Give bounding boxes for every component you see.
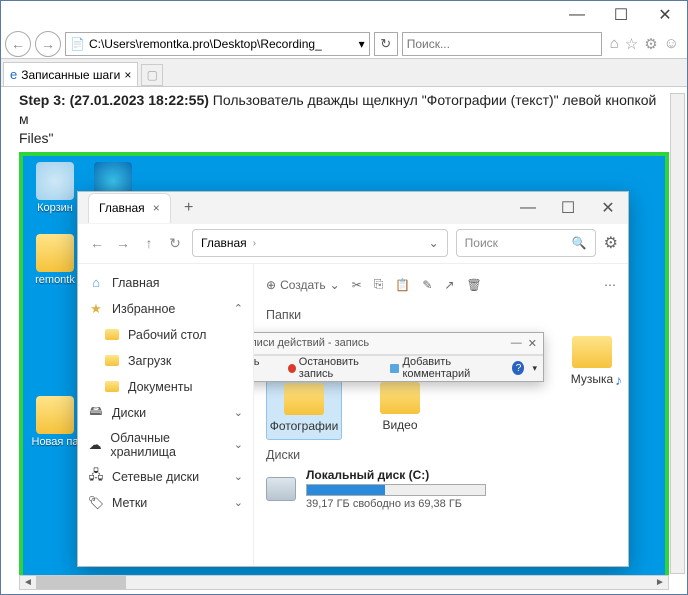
file-icon: 📄 <box>70 37 85 51</box>
breadcrumb[interactable]: Главная › ⌄ <box>192 229 448 257</box>
psr-title-text: Средство записи действий - запись <box>254 337 369 349</box>
browser-tab[interactable]: e Записанные шаги × <box>3 62 138 86</box>
paste-icon[interactable]: 📋 <box>395 278 410 292</box>
recycle-bin-icon[interactable]: Корзин <box>27 162 83 214</box>
folder-video[interactable]: Видео <box>362 376 438 440</box>
folder-photos[interactable]: Фотографии <box>266 376 342 440</box>
new-explorer-tab[interactable]: + <box>177 196 201 220</box>
chevron-down-icon[interactable]: ⌄ <box>429 236 439 250</box>
window-close[interactable]: ✕ <box>643 1 687 29</box>
create-button[interactable]: ⊕ Создать ⌄ <box>266 278 340 292</box>
share-icon[interactable]: ↗ <box>444 278 454 292</box>
tab-bar: e Записанные шаги × ▢ <box>1 59 687 87</box>
forward-button[interactable]: → <box>35 31 61 57</box>
window-maximize[interactable]: ☐ <box>599 1 643 29</box>
nav-refresh-icon[interactable]: ↻ <box>166 235 184 252</box>
search-input[interactable] <box>407 37 597 51</box>
close-icon[interactable]: × <box>153 201 160 215</box>
settings-icon[interactable]: ⚙ <box>604 233 618 253</box>
back-button[interactable]: ← <box>5 31 31 57</box>
search-box[interactable] <box>402 32 602 56</box>
home-icon[interactable]: ⌂ <box>610 35 619 53</box>
psr-close[interactable]: ✕ <box>528 337 537 350</box>
vertical-scrollbar[interactable] <box>670 93 685 574</box>
address-input[interactable] <box>89 37 355 51</box>
tools-icon[interactable]: ⚙ <box>644 35 657 53</box>
dropdown-icon[interactable]: ▾ <box>359 37 365 51</box>
sidebar-drives[interactable]: 🖴Диски⌄ <box>78 400 253 426</box>
step-description: Step 3: (27.01.2023 18:22:55) Пользовате… <box>19 91 669 148</box>
nav-up-icon[interactable]: ↑ <box>140 235 158 251</box>
window-minimize[interactable]: — <box>555 1 599 29</box>
horizontal-scrollbar[interactable]: ◄► <box>19 575 669 590</box>
explorer-sidebar: ⌂Главная ★Избранное⌃ Рабочий стол Загруз… <box>78 264 254 566</box>
explorer-search[interactable]: Поиск 🔍 <box>456 229 596 257</box>
explorer-main: ⊕ Создать ⌄ ✂ ⎘ 📋 ✎ ↗ 🗑 ⋯ Папки <box>254 264 628 566</box>
folder-remontka[interactable]: remontk <box>27 234 83 286</box>
new-tab-button[interactable]: ▢ <box>141 64 163 86</box>
explorer-maximize[interactable]: ☐ <box>548 193 588 223</box>
folder-music[interactable]: Музыка <box>564 336 620 386</box>
sidebar-favorites[interactable]: ★Избранное⌃ <box>78 296 253 322</box>
refresh-button[interactable]: ↻ <box>374 32 398 56</box>
psr-minimize[interactable]: — <box>511 337 522 350</box>
feedback-icon[interactable]: ☺ <box>664 35 679 53</box>
sidebar-downloads[interactable]: Загрузк <box>78 348 253 374</box>
ie-icon: e <box>10 67 17 82</box>
nav-back-icon[interactable]: ← <box>88 235 106 251</box>
favorites-icon[interactable]: ☆ <box>625 35 638 53</box>
psr-comment-button[interactable]: Добавить комментарий <box>390 356 504 380</box>
section-drives: Диски <box>266 448 616 462</box>
more-icon[interactable]: ⋯ <box>604 278 616 292</box>
copy-icon[interactable]: ⎘ <box>374 277 384 292</box>
window-titlebar: — ☐ ✕ <box>1 1 687 29</box>
sidebar-tags[interactable]: 🏷Метки⌄ <box>78 490 253 516</box>
psr-stop-button[interactable]: Остановить запись <box>288 356 382 380</box>
section-folders: Папки <box>266 308 616 322</box>
psr-pause-button[interactable]: Приостановить запись <box>254 356 280 380</box>
sidebar-network[interactable]: 🖧Сетевые диски⌄ <box>78 464 253 490</box>
drive-icon <box>266 477 296 501</box>
address-bar[interactable]: 📄 ▾ <box>65 32 370 56</box>
delete-icon[interactable]: 🗑 <box>466 278 481 292</box>
close-tab-icon[interactable]: × <box>124 68 131 82</box>
psr-window: 🪟 Средство записи действий - запись —✕ П… <box>254 332 544 382</box>
explorer-minimize[interactable]: — <box>508 193 548 223</box>
chevron-right-icon: › <box>253 238 256 249</box>
tab-title: Записанные шаги <box>21 68 120 82</box>
psr-help-icon[interactable]: ? <box>512 361 524 375</box>
sidebar-documents[interactable]: Документы <box>78 374 253 400</box>
nav-forward-icon[interactable]: → <box>114 235 132 251</box>
folder-novaya[interactable]: Новая па <box>27 396 83 448</box>
sidebar-cloud[interactable]: ☁Облачные хранилища⌄ <box>78 426 253 464</box>
ie-toolbar: ← → 📄 ▾ ↻ ⌂ ☆ ⚙ ☺ <box>1 29 687 59</box>
cut-icon[interactable]: ✂ <box>352 278 362 292</box>
disk-c[interactable]: Локальный диск (C:) 39,17 ГБ свободно из… <box>266 468 616 510</box>
explorer-tab[interactable]: Главная × <box>88 193 171 223</box>
sidebar-home[interactable]: ⌂Главная <box>78 270 253 296</box>
search-icon: 🔍 <box>572 236 587 250</box>
screenshot-desktop: Корзин remontk Новая па Главная × + <box>19 152 669 585</box>
sidebar-desktop[interactable]: Рабочий стол <box>78 322 253 348</box>
rename-icon[interactable]: ✎ <box>422 278 432 292</box>
explorer-close[interactable]: ✕ <box>588 193 628 223</box>
file-explorer-window: Главная × + — ☐ ✕ ← → ↑ ↻ Г <box>77 191 629 567</box>
